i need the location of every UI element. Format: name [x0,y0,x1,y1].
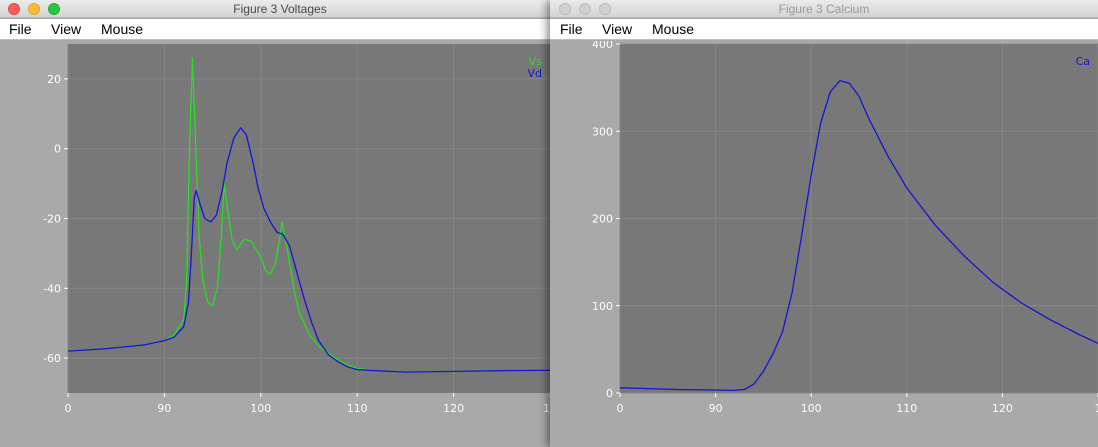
calcium-menu-bar: File View Mouse [550,19,1098,40]
calcium-window: Figure 3 Calcium File View Mouse 0 100 200… [550,0,1098,447]
y-tick-label: -60 [43,352,61,365]
y-tick-label: 0 [606,387,613,400]
voltages-title-bar[interactable]: Figure 3 Voltages [0,0,560,18]
window-title: Figure 3 Voltages [233,2,327,16]
menu-mouse[interactable]: Mouse [101,21,143,37]
x-tick-label: 100 [250,402,271,415]
menu-mouse[interactable]: Mouse [652,21,694,37]
x-tick-label: 90 [157,402,171,415]
x-tick-label: 110 [896,402,917,415]
x-tick-label: 100 [801,402,822,415]
y-tick-label: 300 [592,125,613,138]
y-tick-label: 400 [592,41,613,51]
legend-label-vd: Vd [527,67,542,80]
x-tick-label: 120 [992,402,1013,415]
x-tick-label: 0 [617,402,624,415]
x-tick-label: 0 [65,402,72,415]
voltages-plot[interactable]: -60-40-2002009010011012013VsVd [0,41,560,447]
y-tick-label: -40 [43,282,61,295]
x-tick-label: 1 [1095,402,1098,415]
calcium-title-bar[interactable]: Figure 3 Calcium [550,0,1098,18]
menu-view[interactable]: View [51,21,81,37]
y-tick-label: 100 [592,300,613,313]
y-tick-label: 20 [47,73,61,86]
voltages-window: Figure 3 Voltages File View Mouse -60 -40… [0,0,560,447]
legend-label-ca: Ca [1076,55,1090,68]
menu-file[interactable]: File [560,21,583,37]
window-title: Figure 3 Calcium [778,2,870,16]
y-tick-label: 200 [592,213,613,226]
menu-file[interactable]: File [9,21,32,37]
x-tick-label: 90 [709,402,723,415]
y-tick-label: 0 [54,143,61,156]
menu-view[interactable]: View [602,21,632,37]
x-tick-label: 120 [443,402,464,415]
y-tick-label: -20 [43,213,61,226]
calcium-plot[interactable]: 0 100 200 300 400 0 90 100 110 120 1 Ca [550,41,1098,447]
x-tick-label: 110 [347,402,368,415]
voltages-menu-bar: File View Mouse [0,19,560,40]
